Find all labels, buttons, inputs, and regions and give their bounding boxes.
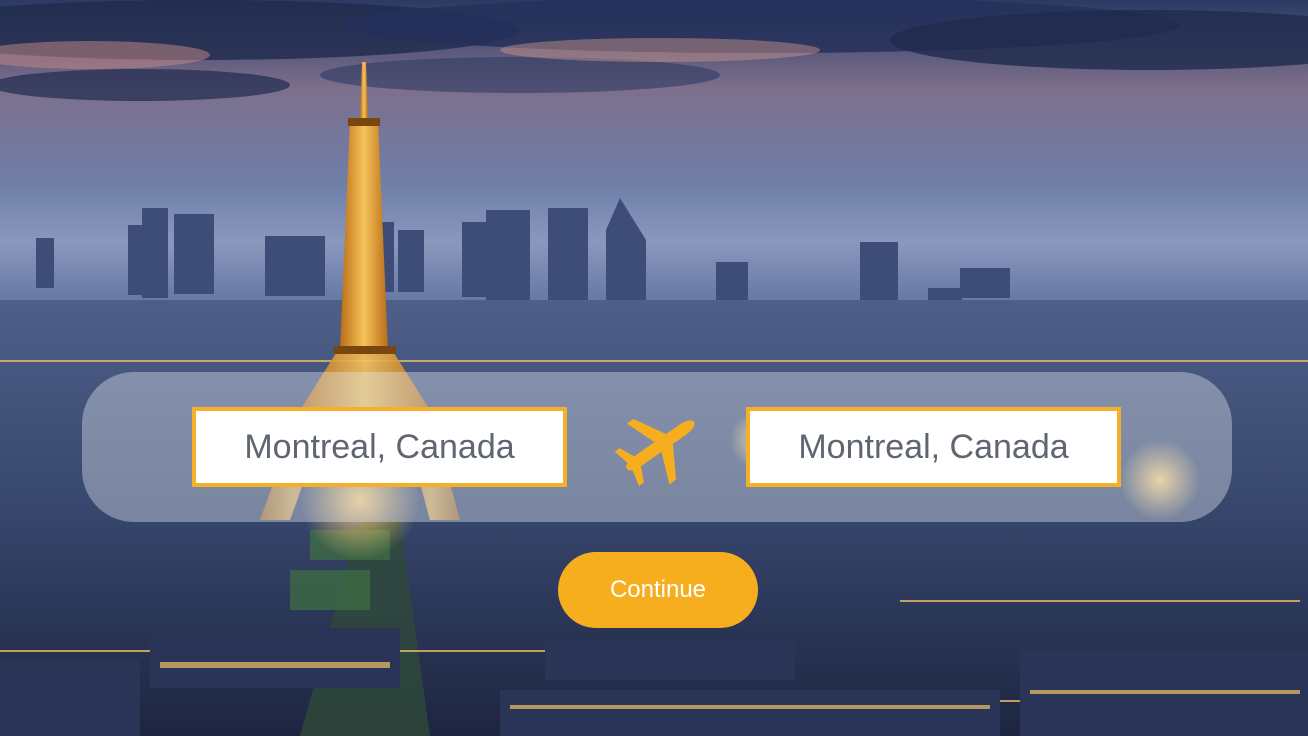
continue-button[interactable]: Continue xyxy=(558,552,758,628)
origin-field[interactable]: Montreal, Canada xyxy=(192,407,567,487)
destination-field[interactable]: Montreal, Canada xyxy=(746,407,1121,487)
airplane-icon xyxy=(614,418,695,486)
